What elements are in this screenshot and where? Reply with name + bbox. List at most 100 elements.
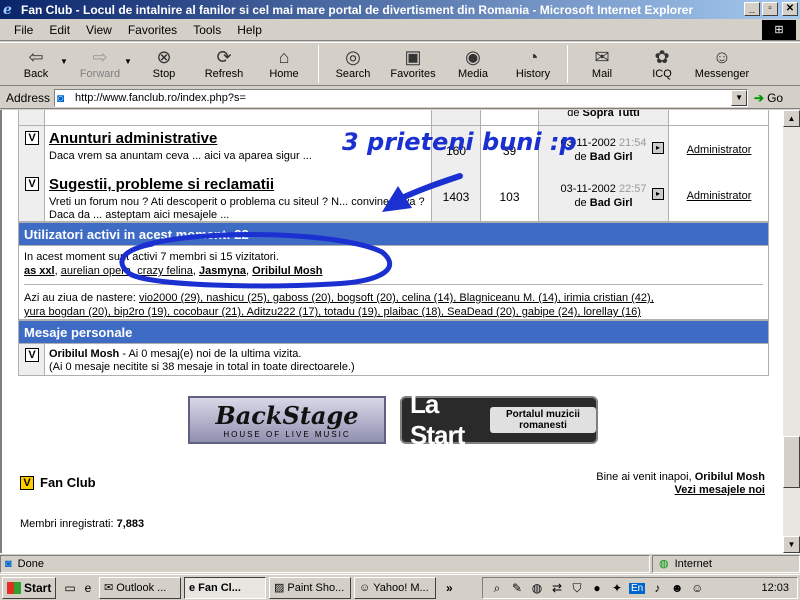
vertical-scrollbar[interactable]: ▲ ▼ <box>783 110 800 553</box>
mail-button[interactable]: ✉ Mail <box>572 43 632 85</box>
icq-button[interactable]: ✿ ICQ <box>632 43 692 85</box>
task-label: Yahoo! M... <box>373 581 429 594</box>
address-bar: Address ◙ http://www.fanclub.ro/index.ph… <box>0 87 800 109</box>
task-yahoo[interactable]: ☺ Yahoo! M... <box>354 576 436 599</box>
menu-help[interactable]: Help <box>229 23 270 37</box>
refresh-button[interactable]: ⟳ Refresh <box>194 43 254 85</box>
tray-sound-icon[interactable]: ♪ <box>649 581 665 595</box>
globe-icon: ◍ <box>659 558 669 570</box>
birthdays-line[interactable]: yura bogdan (20), bip2ro (19), cocobaur … <box>24 305 763 319</box>
search-button[interactable]: ◎ Search <box>323 43 383 85</box>
active-users-block: In acest moment sunt activi 7 membri si … <box>18 246 769 320</box>
user-link[interactable]: aurelian opera <box>61 265 131 277</box>
forum-row: V Sugestii, probleme si reclamatii Vreti… <box>18 172 769 222</box>
quick-launch: ▭ e <box>62 580 96 596</box>
menu-tools[interactable]: Tools <box>185 23 229 37</box>
forum-read-icon: V <box>25 177 39 191</box>
tray-pen-icon[interactable]: ✎ <box>509 581 525 595</box>
clock[interactable]: 12:03 <box>761 582 797 594</box>
address-url[interactable]: http://www.fanclub.ro/index.php?s= <box>75 92 731 104</box>
tray-search-icon[interactable]: ⌕ <box>489 581 505 596</box>
stop-button[interactable]: ⊗ Stop <box>134 43 194 85</box>
task-paintshop[interactable]: ▨ Paint Sho... <box>269 576 351 599</box>
moderator-link[interactable]: Administrator <box>669 172 769 221</box>
forward-dropdown-icon[interactable]: ▼ <box>124 57 134 66</box>
ie-icon: e <box>189 581 196 594</box>
last-post-user[interactable]: Bad Girl <box>590 197 633 209</box>
members-label: Membri inregistrati: <box>20 518 114 530</box>
messenger-label: Messenger <box>694 68 750 80</box>
address-input[interactable]: ◙ http://www.fanclub.ro/index.php?s= ▼ <box>54 88 749 107</box>
user-link[interactable]: as xxl <box>24 265 55 277</box>
ie-icon: e <box>3 1 12 18</box>
refresh-icon: ⟳ <box>216 47 232 67</box>
footer-logo-text: Fan Club <box>40 475 96 490</box>
task-outlook[interactable]: ✉ Outlook ... <box>99 576 181 599</box>
pm-read-icon: V <box>25 348 39 362</box>
status-bar: ◙ Done ◍ Internet <box>0 553 800 573</box>
tray-network-icon[interactable]: ⇄ <box>549 581 565 595</box>
maximize-button[interactable]: ▫ <box>762 2 778 16</box>
tray-messenger-icon[interactable]: ☻ <box>669 581 685 595</box>
backstage-banner[interactable]: BackStage HOUSE OF LIVE MUSIC <box>188 396 386 444</box>
menu-favorites[interactable]: Favorites <box>120 23 185 37</box>
messenger-button[interactable]: ☺ Messenger <box>692 43 752 85</box>
forward-button[interactable]: ⇨ Forward <box>70 43 130 85</box>
moderator-link[interactable]: Administrator <box>669 126 769 173</box>
menu-view[interactable]: View <box>78 23 120 37</box>
birthdays-list[interactable]: vio2000 (29), nashicu (25), gaboss (20),… <box>139 292 654 304</box>
page-icon: ◙ <box>57 90 65 105</box>
search-icon: ◎ <box>345 47 361 67</box>
user-link[interactable]: Oribilul Mosh <box>252 265 322 277</box>
welcome-user: Oribilul Mosh <box>694 471 765 483</box>
footer-logo[interactable]: V Fan Club <box>20 475 96 490</box>
address-dropdown-icon[interactable]: ▼ <box>731 89 748 106</box>
menu-edit[interactable]: Edit <box>41 23 78 37</box>
icq-label: ICQ <box>652 68 672 80</box>
forum-title[interactable]: Sugestii, probleme si reclamatii <box>49 176 274 193</box>
forum-status-cell: V <box>19 172 45 221</box>
back-dropdown-icon[interactable]: ▼ <box>60 57 70 66</box>
last-post-user[interactable]: Bad Girl <box>590 151 633 163</box>
lastart-banner[interactable]: La Start Portalul muzicii romanesti <box>400 389 598 450</box>
tray-ball-icon[interactable]: ● <box>589 581 605 595</box>
language-indicator[interactable]: En <box>629 582 646 594</box>
task-label: Paint Sho... <box>287 581 345 594</box>
tray-yahoo-icon[interactable]: ☺ <box>689 581 705 595</box>
icq-flower-icon: ✿ <box>654 47 670 67</box>
tray-globe-icon[interactable]: ◍ <box>529 581 545 595</box>
go-to-last-post-icon[interactable]: ▸ <box>652 188 664 200</box>
start-label: Start <box>24 580 52 595</box>
desktop-icon[interactable]: ▭ <box>62 580 78 596</box>
task-fanclub[interactable]: e Fan Cl... <box>184 576 266 599</box>
tray-shield-icon[interactable]: ⛉ <box>569 581 585 596</box>
last-post-cell: de Sopra Tutti <box>539 110 669 125</box>
scroll-down-icon[interactable]: ▼ <box>783 536 800 553</box>
history-button[interactable]: ◔ History <box>503 43 563 85</box>
history-label: History <box>515 68 551 80</box>
user-link[interactable]: crazy felina <box>137 265 193 277</box>
pm-text: Oribilul Mosh - Ai 0 mesaj(e) noi de la … <box>49 348 355 374</box>
taskbar: Start ▭ e ✉ Outlook ... e Fan Cl... ▨ Paint… <box>0 574 800 600</box>
media-button[interactable]: ◉ Media <box>443 43 503 85</box>
home-button[interactable]: ⌂ Home <box>254 43 314 85</box>
scroll-thumb[interactable] <box>783 436 800 488</box>
user-link[interactable]: Jasmyna <box>199 265 246 277</box>
scroll-up-icon[interactable]: ▲ <box>783 110 800 127</box>
go-button[interactable]: ➔ Go <box>754 91 783 105</box>
back-button[interactable]: ⇦ Back <box>6 43 66 85</box>
go-to-last-post-icon[interactable]: ▸ <box>652 142 664 154</box>
ie-quicklaunch-icon[interactable]: e <box>80 580 96 596</box>
close-button[interactable]: ✕ <box>782 2 798 16</box>
taskbar-chevron[interactable]: » <box>446 581 453 595</box>
mail-icon: ✉ <box>594 47 610 67</box>
start-button[interactable]: Start <box>2 576 56 599</box>
forum-title[interactable]: Anunturi administrative <box>49 130 217 147</box>
toolbar-separator <box>318 45 319 83</box>
favorites-button[interactable]: ▣ Favorites <box>383 43 443 85</box>
tray-chat-icon[interactable]: ✦ <box>609 581 625 595</box>
minimize-button[interactable]: _ <box>744 2 760 16</box>
last-post-user[interactable]: Sopra Tutti <box>583 110 640 119</box>
menu-file[interactable]: File <box>6 23 41 37</box>
view-new-messages-link[interactable]: Vezi mesajele noi <box>675 484 766 496</box>
